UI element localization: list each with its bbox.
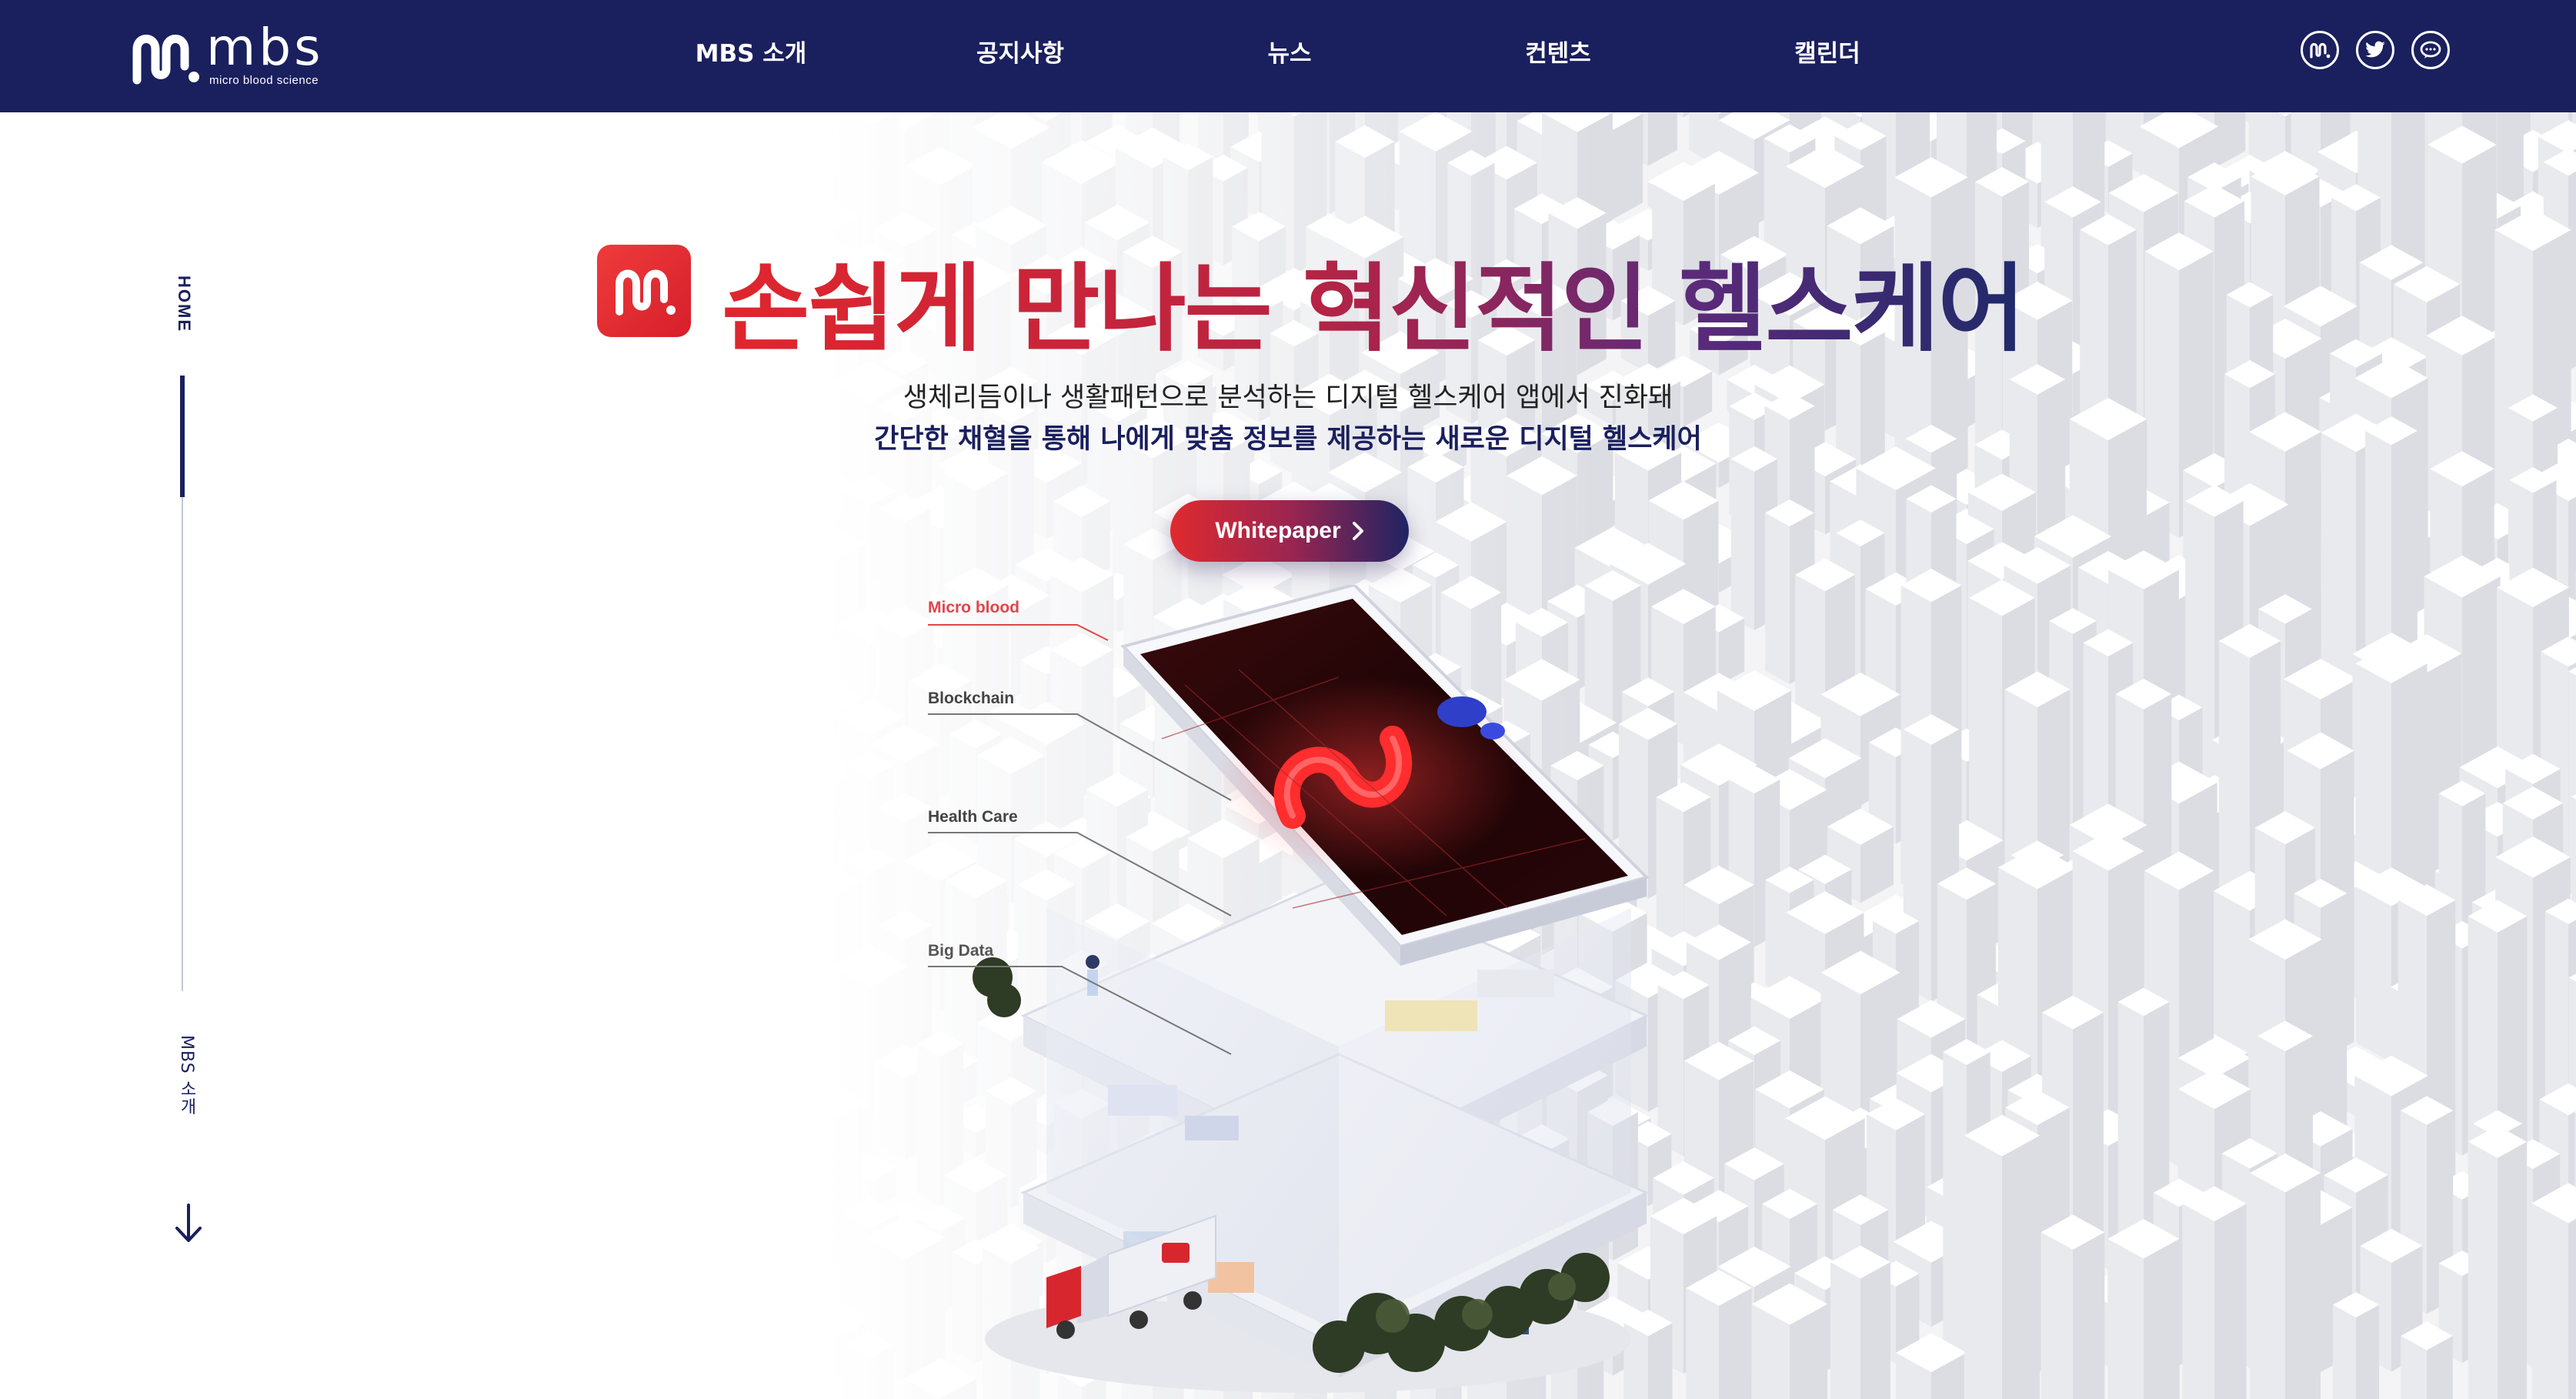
callout-blockchain: Blockchain [928,689,1015,707]
hero-title: 손쉽게 만나는 혁신적인 헬스케어 [722,231,2026,365]
callout-health-care: Health Care [928,808,1018,826]
chat-icon[interactable] [2411,31,2450,69]
arrow-down-icon[interactable] [171,1202,206,1245]
chevron-right-icon [1352,522,1363,540]
whitepaper-button-label: Whitepaper [1215,518,1341,543]
whitepaper-button[interactable]: Whitepaper [1170,500,1409,562]
hero-description-2: 간단한 채혈을 통해 나에게 맞춤 정보를 제공하는 새로운 디지털 헬스케어 [874,424,1702,455]
nav-item-news[interactable]: 뉴스 [1267,34,1311,68]
nav-item-contents[interactable]: 컨텐츠 [1525,34,1591,68]
hero-description-1: 생체리듬이나 생활패턴으로 분석하는 디지털 헬스케어 앱에서 진화돼 [903,382,1673,413]
social-links [2301,31,2450,69]
nav-item-calendar[interactable]: 캘린더 [1794,34,1860,68]
nav-item-about[interactable]: MBS 소개 [696,34,807,68]
nav-item-notice[interactable]: 공지사항 [976,34,1064,68]
hero-illustration: Micro blood Blockchain Health Care Big D… [908,583,1700,1399]
callout-micro-blood: Micro blood [928,599,1019,616]
mbs-icon[interactable] [2301,31,2339,69]
sidebar-next-section[interactable]: MBS 소개 [174,1035,199,1116]
main-nav: MBS 소개 공지사항 뉴스 컨텐츠 캘린더 [0,0,2576,112]
twitter-icon[interactable] [2356,31,2394,69]
top-header: mbs micro blood science MBS 소개 공지사항 뉴스 컨… [0,0,2576,112]
scroll-progress-indicator [180,376,185,497]
mbs-app-icon [597,245,691,337]
sidebar-home-link[interactable]: HOME [174,275,194,332]
callout-big-data: Big Data [928,942,994,960]
